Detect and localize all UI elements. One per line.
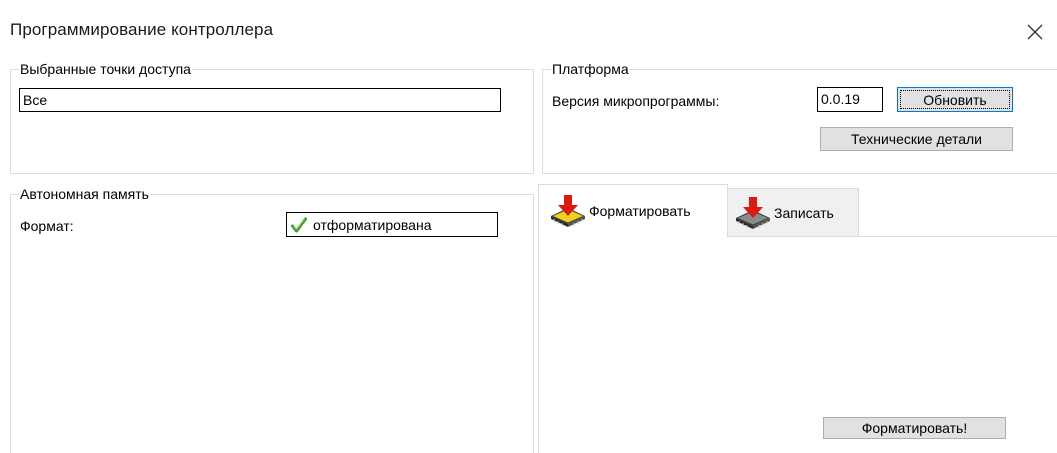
access-points-field[interactable]: Все (19, 88, 501, 112)
tab-panel: Форматировать! (538, 236, 1057, 453)
platform-group-label: Платформа (551, 60, 630, 78)
close-icon (1027, 24, 1043, 40)
technical-details-button[interactable]: Технические детали (820, 127, 1013, 151)
tab-write-label: Записать (774, 204, 834, 221)
access-points-group-label: Выбранные точки доступа (19, 60, 192, 78)
format-label: Формат: (20, 218, 74, 234)
firmware-version-label: Версия микропрограммы: (552, 93, 720, 109)
format-now-button[interactable]: Форматировать! (823, 417, 1006, 439)
format-now-button-label: Форматировать! (861, 420, 968, 436)
dialog-title: Программирование контроллера (10, 20, 274, 39)
autonomous-memory-group: Автономная память Формат: отформатирован… (10, 185, 534, 453)
platform-group: Платформа Версия микропрограммы: 0.0.19 … (542, 60, 1057, 174)
format-status-text: отформатирована (313, 216, 432, 233)
tab-format-label: Форматировать (589, 203, 691, 219)
chip-arrow-down-icon (736, 196, 770, 229)
tab-format[interactable]: Форматировать (538, 184, 728, 237)
check-icon (291, 217, 307, 232)
refresh-button-label: Обновить (900, 90, 1010, 109)
tab-write[interactable]: Записать (727, 188, 859, 236)
chip-arrow-down-icon (551, 195, 585, 227)
controller-programming-dialog: Программирование контроллера Выбранные т… (0, 0, 1057, 453)
firmware-version-field[interactable]: 0.0.19 (817, 87, 883, 112)
technical-details-button-label: Технические детали (850, 131, 983, 147)
close-button[interactable] (1022, 19, 1048, 45)
access-points-group: Выбранные точки доступа Все (10, 60, 534, 174)
format-status-field: отформатирована (286, 212, 498, 237)
autonomous-memory-group-label: Автономная память (19, 185, 150, 203)
refresh-button[interactable]: Обновить (897, 87, 1013, 112)
